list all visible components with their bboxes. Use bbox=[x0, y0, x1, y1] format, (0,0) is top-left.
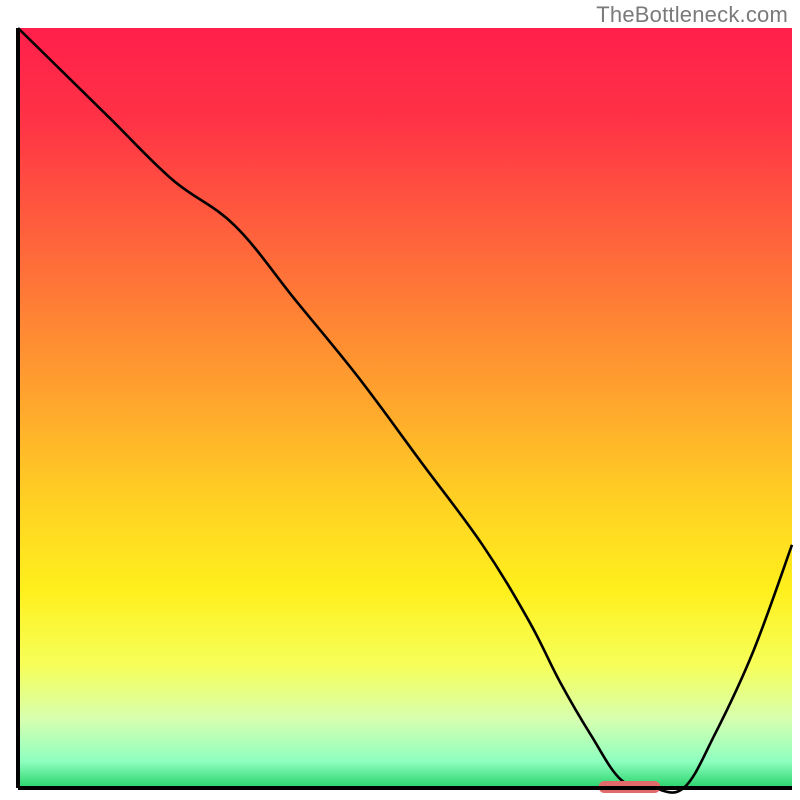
chart-container: TheBottleneck.com bbox=[0, 0, 800, 800]
chart-svg bbox=[0, 0, 800, 800]
watermark-text: TheBottleneck.com bbox=[596, 2, 788, 28]
